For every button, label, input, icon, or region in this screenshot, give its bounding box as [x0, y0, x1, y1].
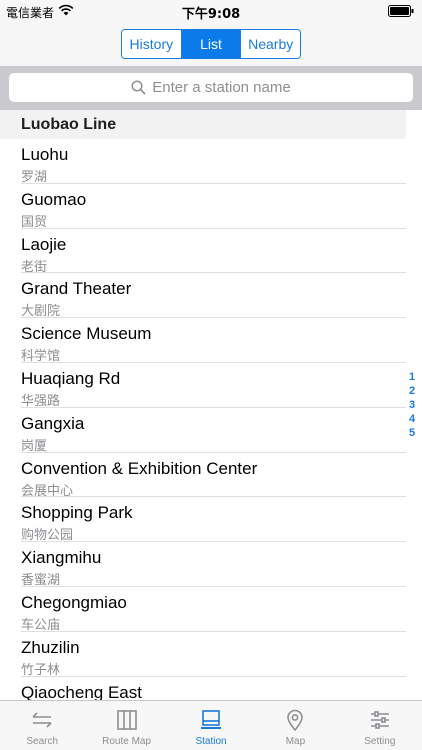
station-name-chinese: 老街 — [21, 259, 48, 275]
list-item[interactable]: Luohu 罗湖 — [0, 139, 406, 185]
list-item[interactable]: Xiangmihu 香蜜湖 — [0, 542, 406, 589]
station-name-chinese: 购物公园 — [21, 528, 74, 544]
tab-station[interactable]: Station — [169, 701, 253, 750]
list-item[interactable]: Zhuzilin 竹子林 — [0, 632, 406, 678]
station-name: Shopping Park — [21, 503, 133, 523]
segment-history[interactable]: History — [122, 30, 181, 58]
list-item[interactable]: Shopping Park 购物公园 — [0, 497, 406, 544]
tab-label: Route Map — [102, 736, 152, 747]
station-name: Convention & Exhibition Center — [21, 458, 258, 478]
tab-label: Setting — [364, 736, 396, 747]
station-name: Luohu — [21, 145, 69, 164]
section-header: Luobao Line — [0, 110, 406, 139]
sliders-icon — [370, 711, 389, 729]
index-entry[interactable]: 3 — [406, 398, 418, 412]
station-name-chinese: 会展中心 — [21, 483, 74, 499]
index-entry[interactable]: 5 — [406, 426, 418, 440]
station-name: Gangxia — [21, 413, 85, 433]
list-item[interactable]: Qiaocheng East — [0, 677, 406, 700]
station-name-chinese: 华强路 — [21, 393, 61, 409]
view-segmented-control: History List Nearby — [121, 29, 301, 59]
search-placeholder: Enter a station name — [152, 79, 291, 96]
station-name: Grand Theater — [21, 279, 132, 299]
map-book-icon — [116, 710, 137, 730]
search-icon — [131, 80, 146, 95]
list-item[interactable]: Gangxia 岗厦 — [0, 408, 406, 454]
station-name-chinese: 罗湖 — [21, 170, 48, 185]
station-name: Laojie — [21, 234, 67, 254]
search-input[interactable]: Enter a station name — [9, 73, 413, 102]
list-item[interactable]: Grand Theater 大剧院 — [0, 273, 406, 320]
station-name-chinese: 车公庙 — [21, 617, 61, 633]
swap-arrows-icon — [32, 712, 52, 728]
tab-search[interactable]: Search — [0, 701, 84, 750]
list-item[interactable]: Guomao 国贸 — [0, 184, 406, 230]
list-item[interactable]: Science Museum 科学馆 — [0, 318, 406, 365]
tab-bar: Search Route Map Station Map Setting — [0, 700, 422, 750]
station-name: Huaqiang Rd — [21, 368, 121, 388]
location-pin-icon — [287, 709, 304, 732]
section-index-bar[interactable]: 1 2 3 4 5 — [406, 370, 418, 440]
segment-list[interactable]: List — [180, 30, 241, 58]
tab-label: Map — [285, 736, 306, 747]
index-entry[interactable]: 4 — [406, 412, 418, 426]
station-name: Chegongmiao — [21, 592, 127, 612]
status-time: 下午9:08 — [181, 7, 241, 22]
station-list[interactable]: Luobao Line Luohu 罗湖 Guomao 国贸 Laojie 老街… — [0, 110, 422, 700]
nav-bar: History List Nearby — [0, 22, 422, 66]
list-item[interactable]: Huaqiang Rd 华强路 — [0, 363, 406, 409]
status-bar: 電信業者 下午9:08 — [0, 0, 422, 22]
index-entry[interactable]: 1 — [406, 370, 418, 384]
tab-map[interactable]: Map — [253, 701, 337, 750]
station-list-icon — [201, 710, 222, 729]
battery-icon — [388, 5, 414, 17]
station-name-chinese: 香蜜湖 — [21, 573, 61, 589]
index-entry[interactable]: 2 — [406, 384, 418, 398]
station-name: Guomao — [21, 189, 87, 209]
search-bar: Enter a station name — [0, 66, 422, 110]
station-name-chinese: 岗厦 — [21, 438, 48, 454]
station-name-chinese: 科学馆 — [21, 349, 61, 365]
station-name: Zhuzilin — [21, 637, 80, 657]
segment-nearby[interactable]: Nearby — [240, 30, 300, 58]
station-name: Qiaocheng East — [21, 682, 142, 700]
station-name: Science Museum — [21, 324, 152, 344]
tab-label: Station — [195, 736, 227, 747]
list-item[interactable]: Convention & Exhibition Center 会展中心 — [0, 453, 406, 499]
tab-label: Search — [26, 736, 59, 747]
station-name-chinese: 竹子林 — [21, 662, 61, 678]
list-item[interactable]: Chegongmiao 车公庙 — [0, 587, 406, 633]
station-name-chinese: 国贸 — [21, 214, 48, 230]
list-item[interactable]: Laojie 老街 — [0, 229, 406, 275]
station-name: Xiangmihu — [21, 548, 102, 568]
station-name-chinese: 大剧院 — [21, 304, 61, 320]
tab-setting[interactable]: Setting — [338, 701, 422, 750]
tab-route-map[interactable]: Route Map — [84, 701, 168, 750]
